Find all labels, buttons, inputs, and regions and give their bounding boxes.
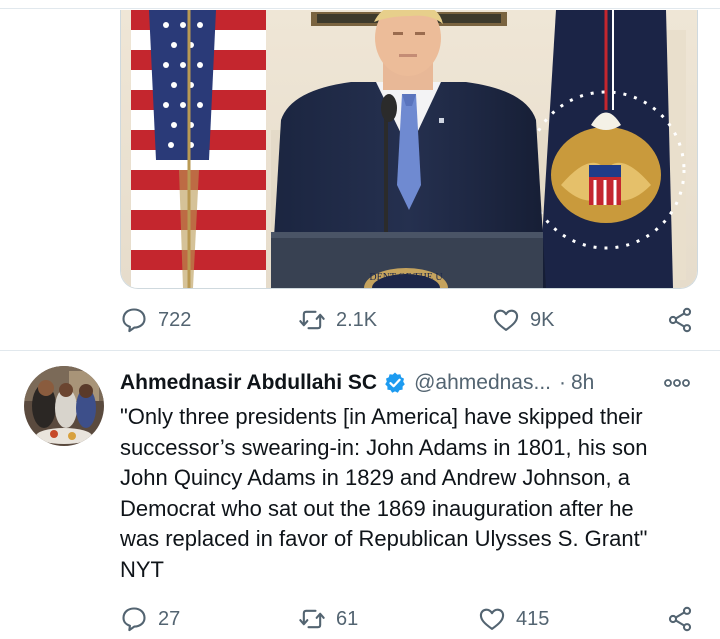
retweet-button[interactable]: 2.1K xyxy=(298,306,377,334)
second-tweet-actions: 27 61 415 xyxy=(120,599,700,639)
more-options-icon[interactable] xyxy=(662,373,692,393)
avatar[interactable] xyxy=(24,366,104,446)
like-button[interactable]: 9K xyxy=(492,306,554,334)
retweet-count: 61 xyxy=(336,607,359,630)
like-button[interactable]: 415 xyxy=(478,605,549,633)
reply-icon xyxy=(122,308,146,333)
us-flag xyxy=(131,10,266,288)
retweet-count: 2.1K xyxy=(336,308,378,331)
share-icon xyxy=(668,307,692,333)
tweet-text-line: "Only three presidents [in America] have… xyxy=(120,404,643,429)
author-display-name[interactable]: Ahmednasir Abdullahi SC xyxy=(120,371,377,395)
reply-button[interactable]: 722 xyxy=(120,306,191,334)
tweet-text-line: NYT xyxy=(120,556,164,582)
share-icon xyxy=(668,606,692,632)
tweet-text-line: successor’s swearing-in: John Adams in 1… xyxy=(120,434,648,460)
author-handle[interactable]: @ahmednas... xyxy=(414,371,551,395)
tweet-time[interactable]: 8h xyxy=(571,371,594,395)
time-separator: · xyxy=(558,371,566,394)
like-count: 415 xyxy=(516,607,550,630)
reply-count: 27 xyxy=(158,607,181,630)
reply-button[interactable]: 27 xyxy=(120,605,180,633)
retweet-icon xyxy=(299,609,325,629)
podium: DENT OF THE U xyxy=(271,232,543,288)
like-icon xyxy=(479,608,505,630)
seal-text: DENT OF THE U xyxy=(369,272,443,283)
tweet-divider xyxy=(0,350,720,351)
press-room-photo: DENT OF THE U xyxy=(121,10,697,288)
tweet-media-image[interactable]: DENT OF THE U xyxy=(120,10,698,289)
like-count: 9K xyxy=(530,308,555,331)
top-divider xyxy=(0,8,720,9)
reply-icon xyxy=(122,607,146,632)
retweet-button[interactable]: 61 xyxy=(298,605,358,633)
verified-badge-icon xyxy=(385,372,405,393)
tweet-text-line: was replaced in favor of Republican Ulys… xyxy=(120,526,648,551)
retweet-icon xyxy=(299,310,325,330)
tweet-text: "Only three presidents [in America] have… xyxy=(120,402,710,585)
like-icon xyxy=(493,309,519,331)
tweet-header: Ahmednasir Abdullahi SC @ahmednas... · 8… xyxy=(120,367,700,399)
tweet-text-line: John Quincy Adams in 1829 and Andrew Joh… xyxy=(120,465,631,490)
tweet-text-line: Democrat who sat out the 1869 inaugurati… xyxy=(120,495,634,521)
first-tweet-actions: 722 2.1K 9K xyxy=(120,300,700,340)
share-button[interactable] xyxy=(666,605,694,633)
reply-count: 722 xyxy=(158,308,192,331)
share-button[interactable] xyxy=(666,306,694,334)
avatar-photo xyxy=(24,366,104,446)
